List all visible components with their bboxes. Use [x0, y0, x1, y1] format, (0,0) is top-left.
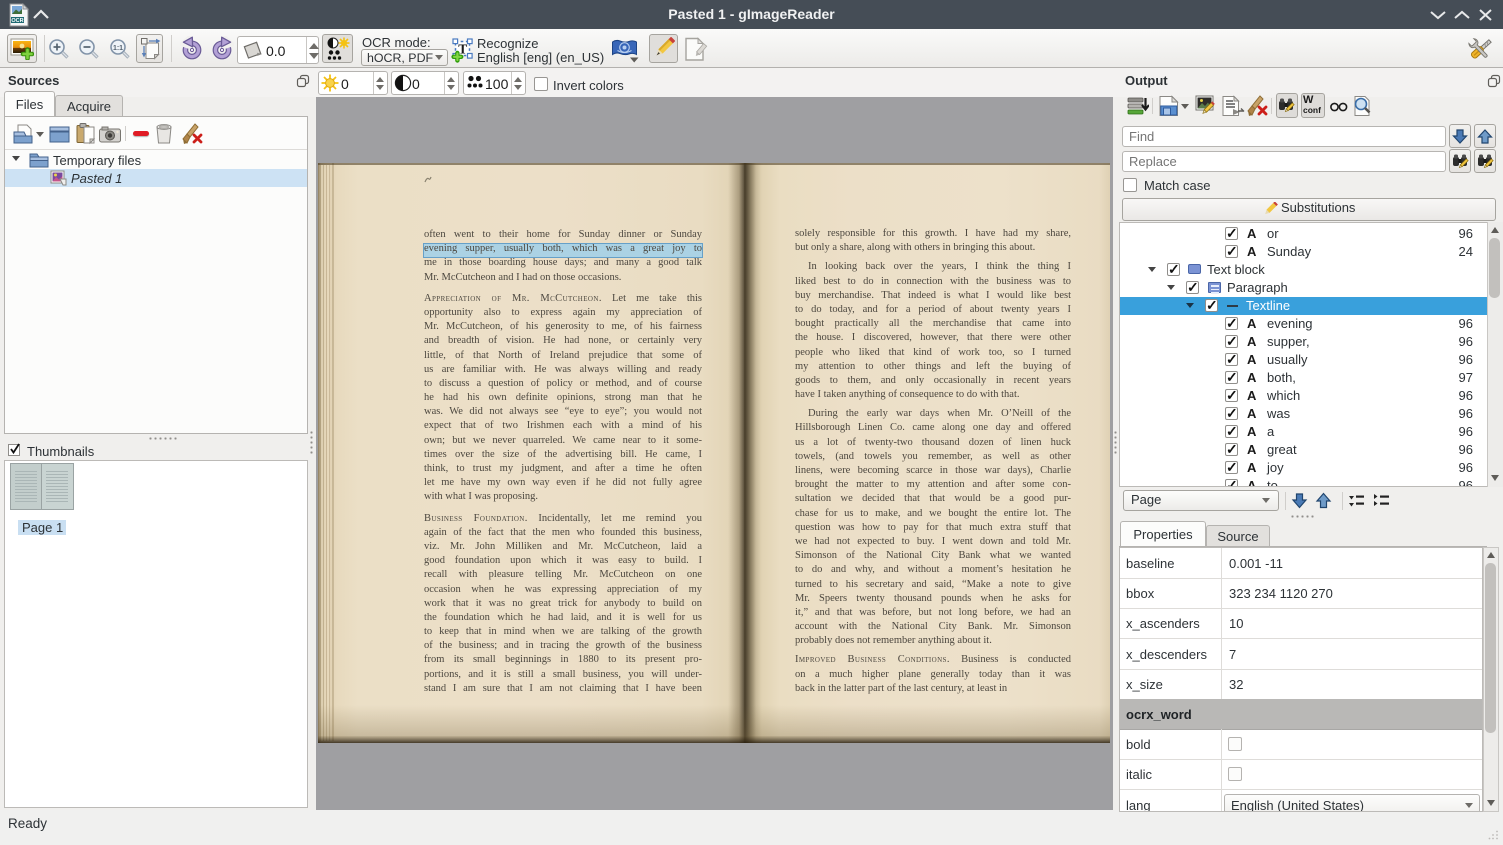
svg-text:T: T: [458, 42, 467, 57]
svg-text:1:1: 1:1: [113, 45, 123, 52]
svg-text:OCR: OCR: [11, 18, 23, 24]
